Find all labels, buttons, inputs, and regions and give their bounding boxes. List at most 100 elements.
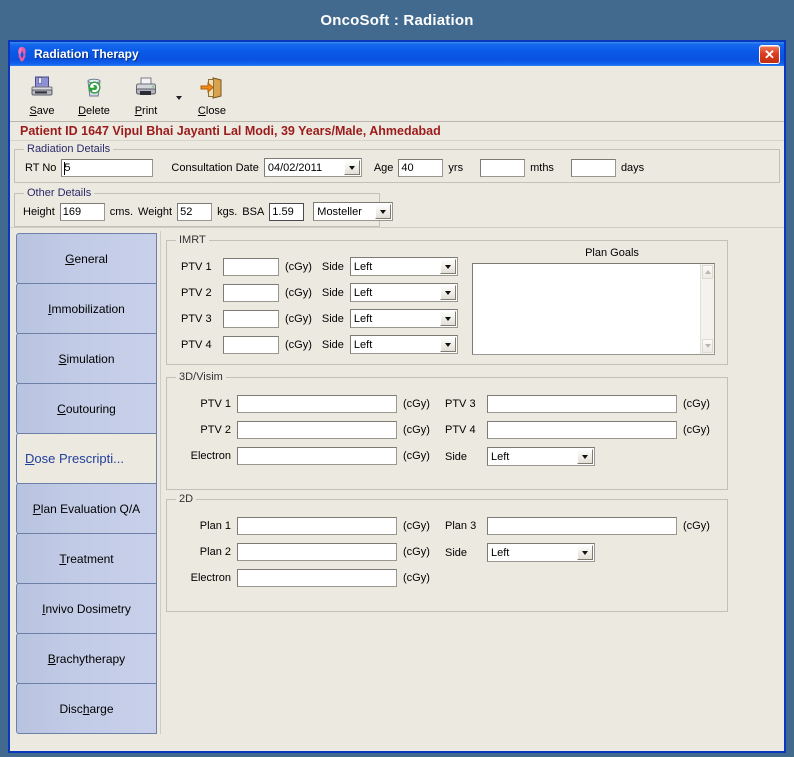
twod-electron-label: Electron bbox=[190, 572, 231, 584]
threed-electron-input[interactable] bbox=[237, 447, 397, 465]
twod-plan2-unit: (cGy) bbox=[403, 546, 430, 558]
threed-right-rows: PTV 3 (cGy) PTV 4 (cGy) Side Left bbox=[445, 395, 710, 466]
threed-ptv2-unit: (cGy) bbox=[403, 424, 430, 436]
sidebar-item-dose-prescription[interactable]: Dose Prescripti... bbox=[16, 433, 157, 484]
imrt-ptv1-label: PTV 1 bbox=[181, 260, 212, 273]
body-area: General Immobilization Simulation Coutou… bbox=[10, 227, 784, 737]
chevron-down-icon[interactable] bbox=[439, 285, 456, 300]
print-button[interactable]: Print bbox=[120, 70, 172, 120]
imrt-ptv2-side-value: Left bbox=[353, 286, 373, 299]
chevron-down-icon[interactable] bbox=[439, 337, 456, 352]
scroll-down-icon[interactable] bbox=[702, 339, 713, 353]
threed-ptv3-input[interactable] bbox=[487, 395, 677, 413]
imrt-ptv3-side-value: Left bbox=[353, 312, 373, 325]
twod-plan3-input[interactable] bbox=[487, 517, 677, 535]
sidebar-item-plan-evaluation-qa[interactable]: Plan Evaluation Q/A bbox=[16, 483, 157, 534]
threed-side-label: Side bbox=[445, 450, 468, 463]
threed-ptv2-label: PTV 2 bbox=[200, 424, 231, 436]
plan-goals-value bbox=[473, 264, 714, 268]
imrt-ptv3-side-label: Side bbox=[321, 312, 344, 325]
twod-plan1-unit: (cGy) bbox=[403, 520, 430, 532]
imrt-ptv4-input[interactable] bbox=[223, 335, 279, 354]
chevron-down-icon[interactable] bbox=[577, 545, 593, 560]
kgs-label: kgs. bbox=[217, 205, 238, 218]
window-titlebar[interactable]: Radiation Therapy ✕ bbox=[10, 42, 784, 66]
threed-row: Side Left bbox=[445, 447, 710, 466]
twod-plan2-input[interactable] bbox=[237, 543, 397, 561]
sidebar-item-immobilization[interactable]: Immobilization bbox=[16, 283, 157, 334]
twod-electron-input[interactable] bbox=[237, 569, 397, 587]
imrt-ptv2-label: PTV 2 bbox=[181, 286, 212, 299]
threed-side-select[interactable]: Left bbox=[487, 447, 595, 466]
twod-side-select[interactable]: Left bbox=[487, 543, 595, 562]
threed-ptv1-unit: (cGy) bbox=[403, 398, 430, 410]
plan-goals-label: Plan Goals bbox=[585, 247, 639, 259]
sidebar-item-general[interactable]: General bbox=[16, 233, 157, 284]
threed-ptv1-input[interactable] bbox=[237, 395, 397, 413]
imrt-ptv3-side-select[interactable]: Left bbox=[349, 309, 458, 328]
days-label: days bbox=[620, 161, 645, 174]
twod-row: Plan 2 (cGy) bbox=[181, 543, 430, 561]
plan-goals-textarea[interactable] bbox=[472, 263, 715, 355]
imrt-ptv2-side-select[interactable]: Left bbox=[349, 283, 458, 302]
imrt-legend: IMRT bbox=[176, 234, 209, 246]
rt-no-input[interactable]: 5 bbox=[61, 158, 154, 177]
weight-input[interactable]: 52 bbox=[177, 202, 213, 221]
height-input[interactable]: 169 bbox=[59, 202, 105, 221]
chevron-down-icon[interactable] bbox=[439, 311, 456, 326]
bsa-formula-select[interactable]: Mosteller bbox=[313, 202, 394, 221]
radiation-therapy-window: Radiation Therapy ✕ Save Delete Print Cl… bbox=[8, 40, 786, 753]
sidebar-item-simulation-label: Simulation bbox=[58, 351, 115, 366]
imrt-ptv2-input[interactable] bbox=[223, 283, 279, 302]
imrt-ptv4-side-select[interactable]: Left bbox=[349, 335, 458, 354]
sidebar-item-coutouring[interactable]: Coutouring bbox=[16, 383, 157, 434]
pink-ribbon-icon bbox=[15, 46, 29, 62]
patient-banner: Patient ID 1647 Vipul Bhai Jayanti Lal M… bbox=[10, 122, 784, 141]
threed-ptv2-input[interactable] bbox=[237, 421, 397, 439]
close-icon[interactable]: ✕ bbox=[759, 44, 780, 64]
imrt-ptv4-side-label: Side bbox=[321, 338, 344, 351]
chevron-down-icon[interactable] bbox=[439, 259, 456, 274]
threed-ptv4-input[interactable] bbox=[487, 421, 677, 439]
close-toolbar-button[interactable]: Close bbox=[186, 70, 238, 120]
sidebar-item-discharge-label: Discharge bbox=[59, 701, 114, 716]
radiation-details-group: Radiation Details RT No 5 Consultation D… bbox=[14, 143, 780, 183]
imrt-ptv1-side-select[interactable]: Left bbox=[349, 257, 458, 276]
chevron-down-icon[interactable] bbox=[343, 160, 360, 175]
threed-ptv3-unit: (cGy) bbox=[683, 398, 710, 410]
save-button[interactable]: Save bbox=[16, 70, 68, 120]
twod-group: 2D Plan 1 (cGy) Plan 2 (cGy) Electron (c… bbox=[166, 493, 728, 612]
age-days-input[interactable] bbox=[570, 158, 616, 177]
toolbar: Save Delete Print Close bbox=[10, 66, 784, 122]
twod-left-rows: Plan 1 (cGy) Plan 2 (cGy) Electron (cGy) bbox=[181, 517, 430, 587]
sidebar-item-simulation[interactable]: Simulation bbox=[16, 333, 157, 384]
imrt-ptv3-input[interactable] bbox=[223, 309, 279, 328]
delete-button[interactable]: Delete bbox=[68, 70, 120, 120]
imrt-ptv1-side-value: Left bbox=[353, 260, 373, 273]
sidebar-item-treatment[interactable]: Treatment bbox=[16, 533, 157, 584]
threed-left-rows: PTV 1 (cGy) PTV 2 (cGy) Electron (cGy) bbox=[181, 395, 430, 465]
imrt-row: PTV 1 (cGy) Side Left bbox=[181, 257, 458, 276]
sidebar-item-discharge[interactable]: Discharge bbox=[16, 683, 157, 734]
sidebar-item-dose-prescription-label: Dose Prescripti... bbox=[25, 451, 124, 466]
sidebar-item-brachytherapy[interactable]: Brachytherapy bbox=[16, 633, 157, 684]
bsa-label: BSA bbox=[242, 205, 265, 218]
print-button-label: Print bbox=[134, 105, 158, 117]
sidebar-item-immobilization-label: Immobilization bbox=[48, 301, 125, 316]
close-button-label: Close bbox=[197, 105, 227, 117]
threed-ptv4-label: PTV 4 bbox=[445, 424, 476, 436]
imrt-ptv1-input[interactable] bbox=[223, 257, 279, 276]
scroll-up-icon[interactable] bbox=[702, 265, 713, 279]
consultation-date-picker[interactable]: 04/02/2011 bbox=[263, 158, 362, 177]
chevron-down-icon[interactable] bbox=[172, 70, 186, 120]
sidebar-item-invivo-dosimetry[interactable]: Invivo Dosimetry bbox=[16, 583, 157, 634]
imrt-ptv4-unit: (cGy) bbox=[285, 338, 312, 351]
imrt-ptv3-label: PTV 3 bbox=[181, 312, 212, 325]
chevron-down-icon[interactable] bbox=[375, 204, 392, 219]
chevron-down-icon[interactable] bbox=[577, 449, 593, 464]
window-title: Radiation Therapy bbox=[34, 47, 139, 61]
age-months-input[interactable] bbox=[480, 158, 526, 177]
age-years-input[interactable]: 40 bbox=[398, 158, 444, 177]
plan-goals-scrollbar[interactable] bbox=[700, 264, 714, 354]
twod-plan1-input[interactable] bbox=[237, 517, 397, 535]
